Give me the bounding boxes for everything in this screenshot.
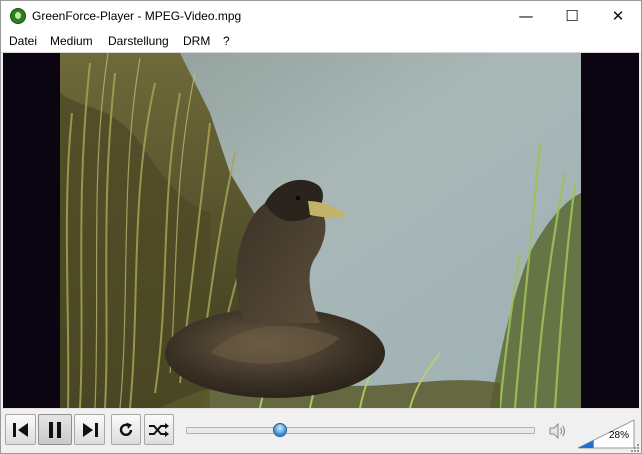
repeat-icon [119, 422, 133, 436]
video-area[interactable] [3, 53, 639, 408]
repeat-button[interactable] [111, 414, 141, 445]
minimize-icon: — [518, 7, 534, 25]
control-bar: 28% [1, 408, 641, 453]
volume-level-label: 28% [608, 430, 629, 441]
menu-medium[interactable]: Medium [50, 34, 93, 48]
pause-icon [49, 421, 61, 438]
pause-button[interactable] [38, 414, 72, 445]
shuffle-icon [149, 422, 169, 437]
previous-frame-icon [12, 422, 28, 437]
next-frame-button[interactable] [74, 414, 105, 445]
maximize-button[interactable]: ☐ [549, 1, 595, 31]
maximize-icon: ☐ [565, 7, 579, 25]
title-bar[interactable]: GreenForce-Player - MPEG-Video.mpg — ☐ ✕ [1, 1, 641, 31]
menu-drm[interactable]: DRM [183, 34, 210, 48]
minimize-button[interactable]: — [503, 1, 549, 31]
close-button[interactable]: ✕ [595, 1, 641, 31]
previous-frame-button[interactable] [5, 414, 36, 445]
seek-thumb[interactable] [273, 423, 287, 437]
menu-darstellung[interactable]: Darstellung [108, 34, 169, 48]
video-frame-image [60, 53, 581, 408]
resize-grip-icon[interactable] [630, 443, 640, 453]
close-icon: ✕ [611, 7, 625, 25]
greenforce-player-icon [10, 8, 26, 24]
menu-help[interactable]: ? [223, 34, 230, 48]
seek-bar[interactable] [186, 427, 535, 434]
window-title: GreenForce-Player - MPEG-Video.mpg [32, 9, 242, 23]
player-window: GreenForce-Player - MPEG-Video.mpg — ☐ ✕… [0, 0, 642, 454]
shuffle-button[interactable] [144, 414, 174, 445]
video-frame[interactable] [60, 53, 581, 408]
menu-bar: Datei Medium Darstellung DRM ? [1, 31, 641, 53]
next-frame-icon [82, 422, 98, 437]
volume-slider[interactable]: 28% [577, 419, 635, 449]
menu-datei[interactable]: Datei [9, 34, 37, 48]
speaker-icon[interactable] [549, 423, 567, 439]
